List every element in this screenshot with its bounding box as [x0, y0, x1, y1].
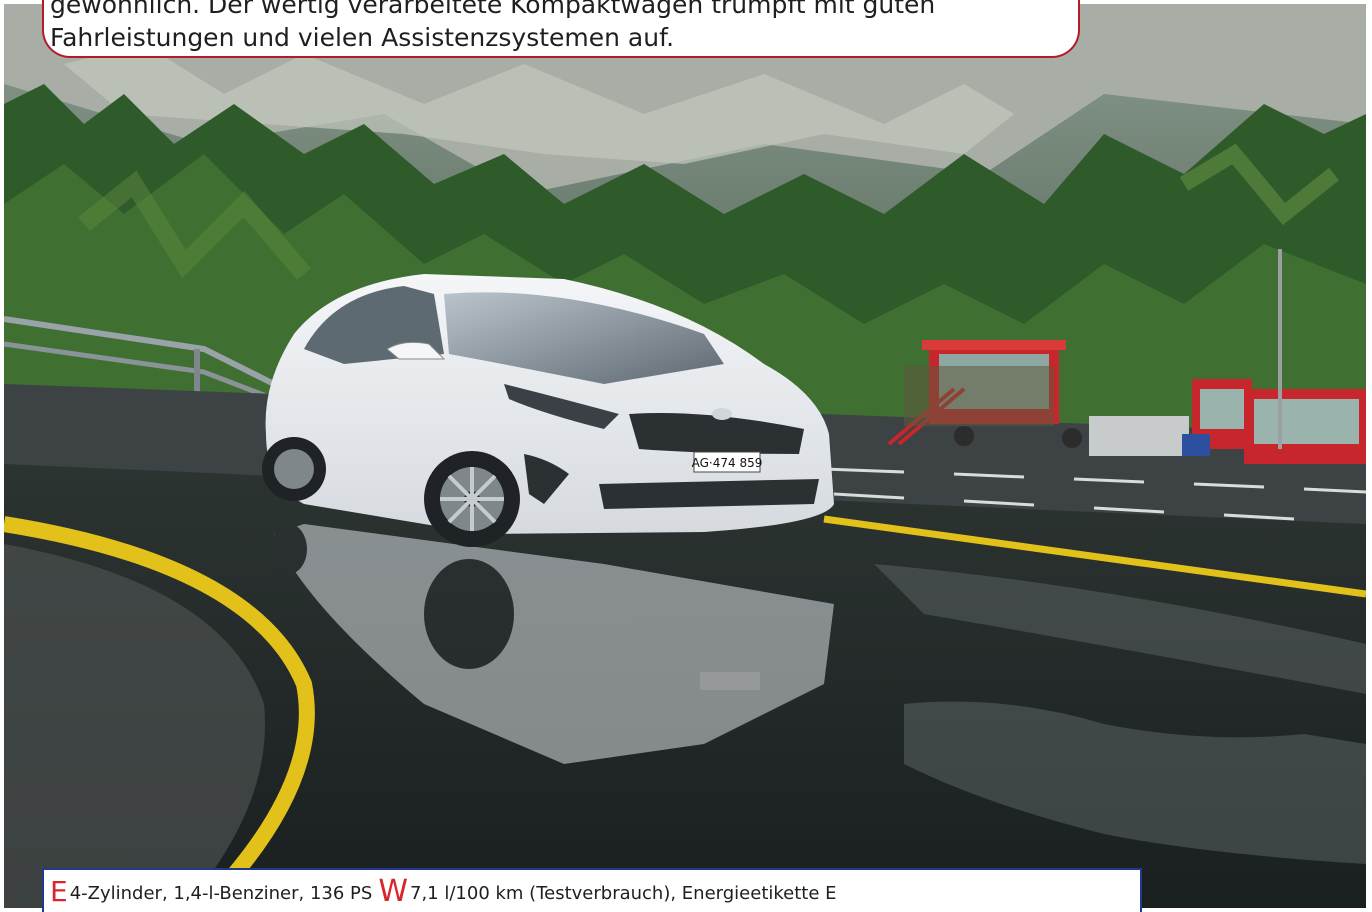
car-photo-illustration: AG·474 859 — [4, 4, 1366, 908]
caption-line-1: gewöhnlich. Der wertig verarbeitete Komp… — [50, 0, 936, 19]
caption-box: gewöhnlich. Der wertig verarbeitete Komp… — [42, 0, 1080, 58]
consumption-label: W — [378, 874, 408, 909]
engine-spec: 4-Zylinder, 1,4-l-Benziner, 136 PS — [69, 882, 373, 904]
engine-label: E — [50, 875, 68, 908]
caption-line-2: Fahrleistungen und vielen Assistenzsyste… — [50, 23, 675, 52]
spec-box: E 4-Zylinder, 1,4-l-Benziner, 136 PS W 7… — [42, 868, 1142, 912]
car-photo: AG·474 859 — [4, 4, 1366, 908]
license-plate: AG·474 859 — [692, 456, 763, 470]
consumption-spec: 7,1 l/100 km (Testverbrauch), Energieeti… — [410, 882, 837, 904]
